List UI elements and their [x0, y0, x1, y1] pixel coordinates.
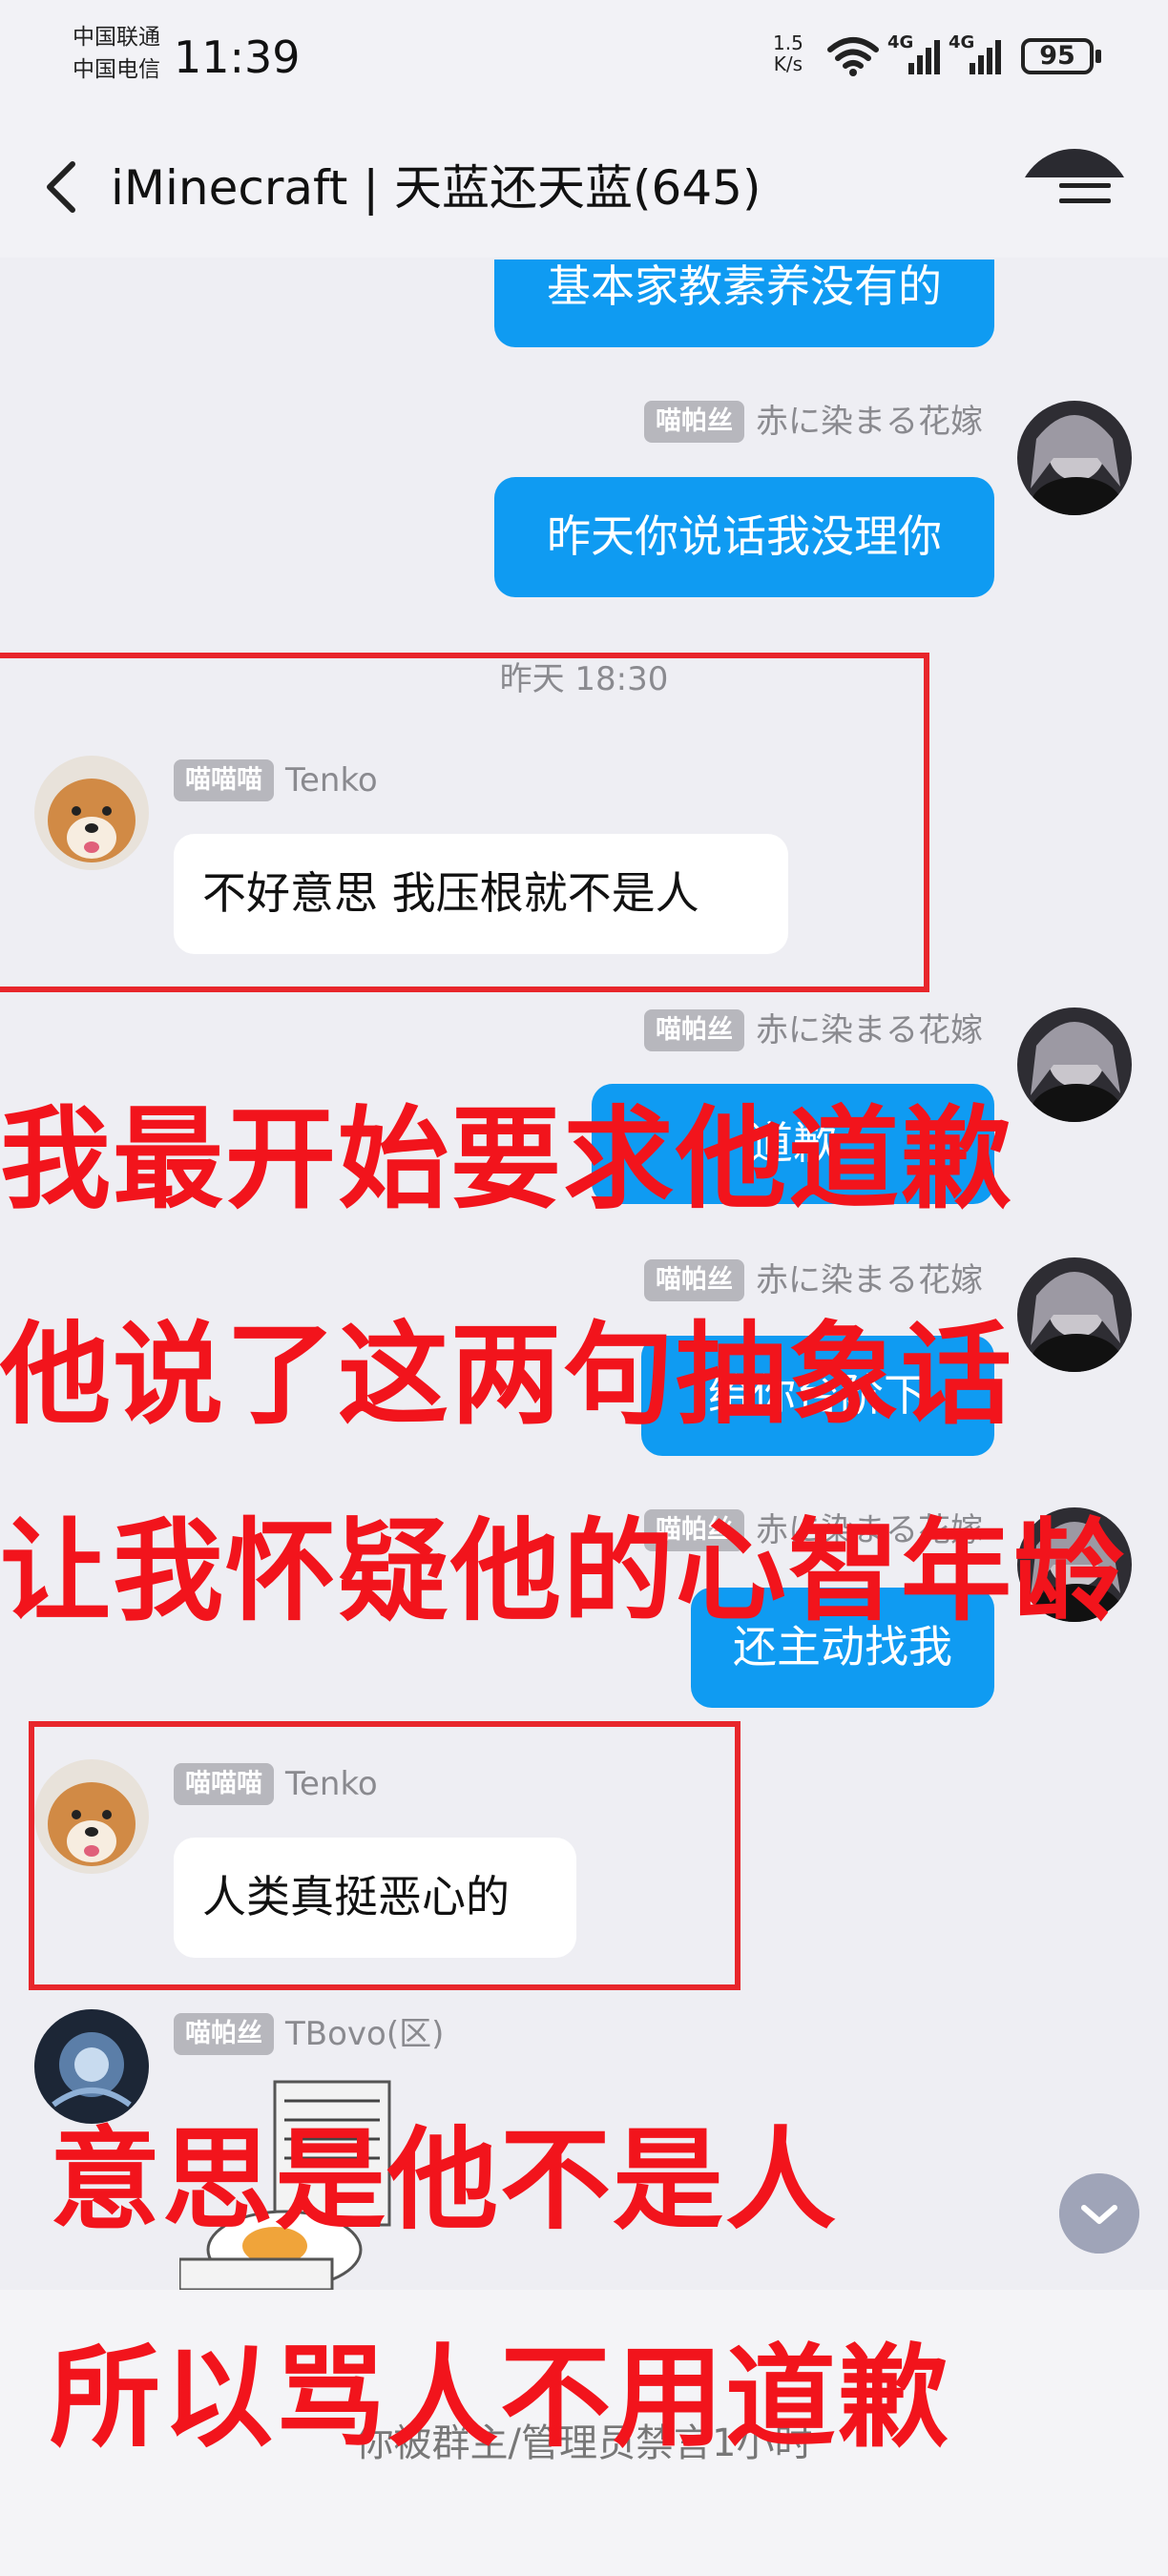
sender-name[interactable]: Tenko: [285, 1765, 378, 1803]
member-badge: 喵帕丝: [174, 2013, 274, 2055]
avatar[interactable]: [1017, 401, 1132, 515]
sender-name[interactable]: Tenko: [285, 761, 378, 800]
network-speed: 1.5 K/s: [773, 32, 803, 74]
scroll-down-button[interactable]: [1059, 2173, 1139, 2254]
sender-name[interactable]: TBovo(区): [285, 2015, 444, 2053]
network-speed-value: 1.5: [773, 31, 803, 54]
member-badge: 喵喵喵: [174, 1763, 274, 1805]
message-bubble[interactable]: 人类真挺恶心的: [174, 1838, 576, 1958]
avatar[interactable]: [34, 756, 149, 870]
member-badge: 喵喵喵: [174, 759, 274, 801]
sender-name[interactable]: 赤に染まる花嫁: [756, 1011, 983, 1049]
avatar[interactable]: [1017, 1257, 1132, 1372]
battery-indicator: 95: [1021, 38, 1094, 74]
overlay-annotation-1: 我最开始要求他道歉: [0, 1095, 1013, 1224]
signal-bars-icon: [908, 40, 940, 74]
sender-meta: 喵喵喵 Tenko: [174, 1763, 378, 1805]
overlay-annotation-5: 所以骂人不用道歉: [50, 2334, 950, 2462]
clock: 11:39: [174, 31, 301, 83]
wifi-icon: [827, 37, 879, 76]
carrier-name-1: 中国联通: [73, 25, 160, 50]
overlay-annotation-4: 意思是他不是人: [50, 2116, 838, 2245]
member-badge: 喵帕丝: [644, 1009, 744, 1051]
carrier-name-2: 中国电信: [73, 57, 160, 82]
chat-title[interactable]: iMinecraft | 天蓝还天蓝(645): [111, 155, 761, 221]
sender-meta: 喵帕丝 赤に染まる花嫁: [644, 1009, 983, 1051]
avatar[interactable]: [1017, 1008, 1132, 1122]
sender-meta: 喵帕丝 赤に染まる花嫁: [644, 1259, 983, 1301]
signal-bars-icon-2: [970, 40, 1001, 74]
sender-name[interactable]: 赤に染まる花嫁: [756, 1261, 983, 1299]
overlay-annotation-3: 让我怀疑他的心智年龄: [0, 1507, 1126, 1636]
message-bubble[interactable]: 昨天你说话我没理你: [494, 477, 994, 597]
member-badge: 喵帕丝: [644, 401, 744, 443]
sender-meta: 喵帕丝 赤に染まる花嫁: [644, 401, 983, 443]
member-badge: 喵帕丝: [644, 1259, 744, 1301]
network-speed-unit: K/s: [773, 52, 803, 75]
avatar[interactable]: [34, 2009, 149, 2124]
overlay-annotation-2: 他说了这两句抽象话: [0, 1311, 1013, 1440]
avatar[interactable]: [34, 1759, 149, 1874]
sender-meta: 喵帕丝 TBovo(区): [174, 2013, 444, 2055]
sender-name[interactable]: 赤に染まる花嫁: [756, 403, 983, 441]
message-bubble[interactable]: 不好意思 我压根就不是人: [174, 834, 788, 954]
back-arrow-icon[interactable]: [38, 153, 86, 221]
battery-tip-icon: [1095, 50, 1101, 63]
sender-meta: 喵喵喵 Tenko: [174, 759, 378, 801]
